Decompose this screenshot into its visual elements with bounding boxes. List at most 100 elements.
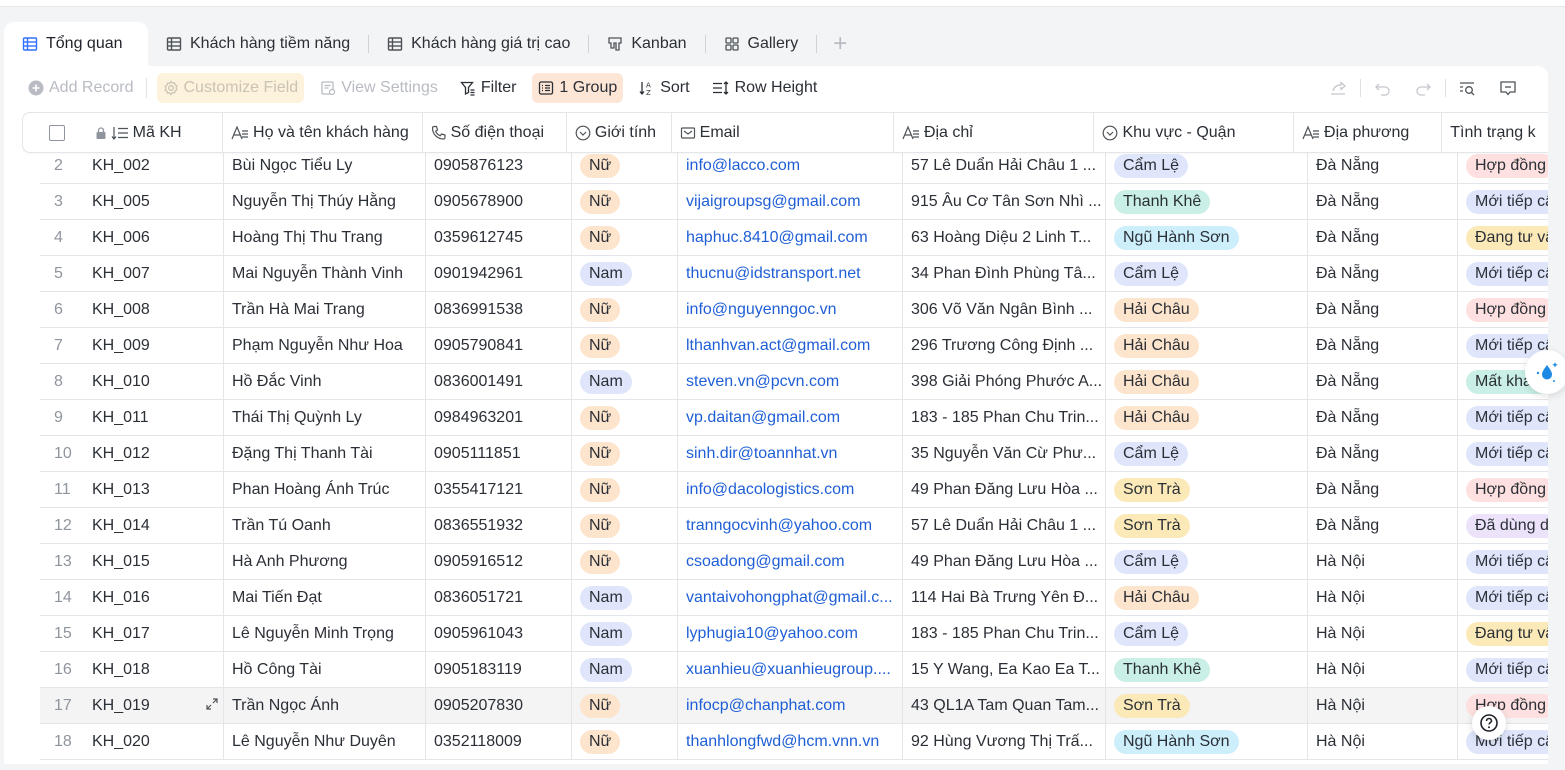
column-header-phone[interactable]: Số điện thoại (423, 113, 567, 152)
email-cell[interactable]: vantaivohongphat@gmail.c... (678, 580, 903, 615)
locality-cell[interactable]: Đà Nẵng (1308, 508, 1458, 543)
customer-code-cell[interactable]: KH_020 (92, 724, 224, 759)
address-cell[interactable]: 92 Hùng Vương Thị Trấ... (903, 724, 1106, 759)
tab-khach-hang-gia-tri-cao[interactable]: Khách hàng giá trị cao (369, 22, 588, 66)
phone-cell[interactable]: 0905961043 (426, 616, 572, 651)
email-cell[interactable]: steven.vn@pcvn.com (678, 364, 903, 399)
status-cell[interactable]: Mới tiếp cậ (1458, 436, 1548, 471)
gender-cell[interactable]: Nữ (572, 472, 678, 507)
customize-field-button[interactable]: Customize Field (156, 73, 305, 103)
table-row[interactable]: 10 KH_012 Đặng Thị Thanh Tài 0905111851 Nữ si… (40, 436, 1548, 472)
view-settings-button[interactable]: View Settings (314, 73, 444, 103)
status-cell[interactable]: Hợp đồng (1458, 292, 1548, 327)
redo-button[interactable] (1403, 76, 1443, 100)
address-cell[interactable]: 49 Phan Đăng Lưu Hòa ... (903, 472, 1106, 507)
table-row[interactable]: 14 KH_016 Mai Tiến Đạt 0836051721 Nam vantaiv… (40, 580, 1548, 616)
phone-cell[interactable]: 0905183119 (426, 652, 572, 687)
customer-name-cell[interactable]: Hồ Công Tài (224, 652, 426, 687)
phone-cell[interactable]: 0905790841 (426, 328, 572, 363)
comments-button[interactable] (1488, 76, 1528, 100)
locality-cell[interactable]: Hà Nội (1308, 616, 1458, 651)
customer-code-cell[interactable]: KH_007 (92, 256, 224, 291)
email-cell[interactable]: info@lacco.com (678, 148, 903, 183)
phone-cell[interactable]: 0905678900 (426, 184, 572, 219)
status-cell[interactable]: Mới tiếp cậ (1458, 256, 1548, 291)
phone-cell[interactable]: 0901942961 (426, 256, 572, 291)
district-cell[interactable]: Cẩm Lệ (1106, 256, 1308, 291)
district-cell[interactable]: Ngũ Hành Sơn (1106, 724, 1308, 759)
customer-name-cell[interactable]: Hà Anh Phương (224, 544, 426, 579)
select-all-checkbox[interactable] (49, 124, 65, 141)
status-cell[interactable]: Mới tiếp cậ (1458, 400, 1548, 435)
email-cell[interactable]: info@dacologistics.com (678, 472, 903, 507)
table-row[interactable]: 12 KH_014 Trần Tú Oanh 0836551932 Nữ tranngoc… (40, 508, 1548, 544)
tab-kanban[interactable]: Kanban (589, 22, 704, 66)
gender-cell[interactable]: Nam (572, 580, 678, 615)
address-cell[interactable]: 183 - 185 Phan Chu Trin... (903, 400, 1106, 435)
customer-name-cell[interactable]: Đặng Thị Thanh Tài (224, 436, 426, 471)
customer-code-cell[interactable]: KH_005 (92, 184, 224, 219)
customer-code-cell[interactable]: KH_018 (92, 652, 224, 687)
add-record-button[interactable]: Add Record (22, 73, 140, 103)
phone-cell[interactable]: 0359612745 (426, 220, 572, 255)
table-row[interactable]: 5 KH_007 Mai Nguyễn Thành Vinh 0901942961 Na… (40, 256, 1548, 292)
table-row[interactable]: 11 KH_013 Phan Hoàng Ánh Trúc 0355417121 Nữ i… (40, 472, 1548, 508)
customer-code-cell[interactable]: KH_012 (92, 436, 224, 471)
phone-cell[interactable]: 0905876123 (426, 148, 572, 183)
customer-code-cell[interactable]: KH_010 (92, 364, 224, 399)
customer-code-cell[interactable]: KH_006 (92, 220, 224, 255)
district-cell[interactable]: Thanh Khê (1106, 184, 1308, 219)
email-cell[interactable]: haphuc.8410@gmail.com (678, 220, 903, 255)
customer-name-cell[interactable]: Hoàng Thị Thu Trang (224, 220, 426, 255)
customer-name-cell[interactable]: Thái Thị Quỳnh Ly (224, 400, 426, 435)
district-cell[interactable]: Sơn Trà (1106, 472, 1308, 507)
customer-name-cell[interactable]: Trần Tú Oanh (224, 508, 426, 543)
locality-cell[interactable]: Hà Nội (1308, 580, 1458, 615)
tab-gallery[interactable]: Gallery (706, 22, 817, 66)
gender-cell[interactable]: Nam (572, 256, 678, 291)
address-cell[interactable]: 183 - 185 Phan Chu Trin... (903, 616, 1106, 651)
phone-cell[interactable]: 0984963201 (426, 400, 572, 435)
group-button[interactable]: 1 Group (532, 73, 624, 103)
gender-cell[interactable]: Nam (572, 652, 678, 687)
district-cell[interactable]: Hải Châu (1106, 328, 1308, 363)
gender-cell[interactable]: Nữ (572, 292, 678, 327)
column-header-status[interactable]: Tình trạng k (1442, 113, 1548, 152)
address-cell[interactable]: 34 Phan Đình Phùng Tâ... (903, 256, 1106, 291)
customer-code-cell[interactable]: KH_016 (92, 580, 224, 615)
district-cell[interactable]: Hải Châu (1106, 364, 1308, 399)
phone-cell[interactable]: 0352118009 (426, 724, 572, 759)
email-cell[interactable]: vijaigroupsg@gmail.com (678, 184, 903, 219)
email-cell[interactable]: infocp@chanphat.com (678, 688, 903, 723)
column-header-code[interactable]: Mã KH (75, 113, 224, 152)
address-cell[interactable]: 63 Hoàng Diệu 2 Linh T... (903, 220, 1106, 255)
customer-code-cell[interactable]: KH_017 (92, 616, 224, 651)
customer-code-cell[interactable]: KH_008 (92, 292, 224, 327)
customer-name-cell[interactable]: Phan Hoàng Ánh Trúc (224, 472, 426, 507)
gender-cell[interactable]: Nữ (572, 724, 678, 759)
customer-name-cell[interactable]: Bùi Ngọc Tiểu Ly (224, 148, 426, 183)
table-row[interactable]: 17 KH_019 Trần Ngọc Ánh 0905207830 Nữ infocp@… (40, 688, 1548, 724)
table-row[interactable]: 15 KH_017 Lê Nguyễn Minh Trọng 0905961043 Na… (40, 616, 1548, 652)
table-row[interactable]: 6 KH_008 Trần Hà Mai Trang 0836991538 Nữ info… (40, 292, 1548, 328)
customer-name-cell[interactable]: Trần Hà Mai Trang (224, 292, 426, 327)
gender-cell[interactable]: Nữ (572, 544, 678, 579)
column-header-gender[interactable]: Giới tính (567, 113, 672, 152)
email-cell[interactable]: lyphugia10@yahoo.com (678, 616, 903, 651)
add-view-button[interactable]: + (817, 22, 863, 66)
phone-cell[interactable]: 0836551932 (426, 508, 572, 543)
email-cell[interactable]: csoadong@gmail.com (678, 544, 903, 579)
phone-cell[interactable]: 0836051721 (426, 580, 572, 615)
district-cell[interactable]: Hải Châu (1106, 580, 1308, 615)
tab-khach-hang-tiem-nang[interactable]: Khách hàng tiềm năng (148, 22, 368, 66)
address-cell[interactable]: 114 Hai Bà Trưng Yên Đ... (903, 580, 1106, 615)
row-height-button[interactable]: Row Height (706, 73, 824, 103)
help-button[interactable] (1472, 706, 1506, 740)
table-row[interactable]: 8 KH_010 Hồ Đắc Vinh 0836001491 Nam steven.vn… (40, 364, 1548, 400)
table-row[interactable]: 16 KH_018 Hồ Công Tài 0905183119 Nam xuanhieu… (40, 652, 1548, 688)
filter-button[interactable]: Filter (454, 73, 523, 103)
search-records-button[interactable] (1448, 76, 1488, 100)
gender-cell[interactable]: Nữ (572, 328, 678, 363)
phone-cell[interactable]: 0355417121 (426, 472, 572, 507)
gender-cell[interactable]: Nam (572, 616, 678, 651)
